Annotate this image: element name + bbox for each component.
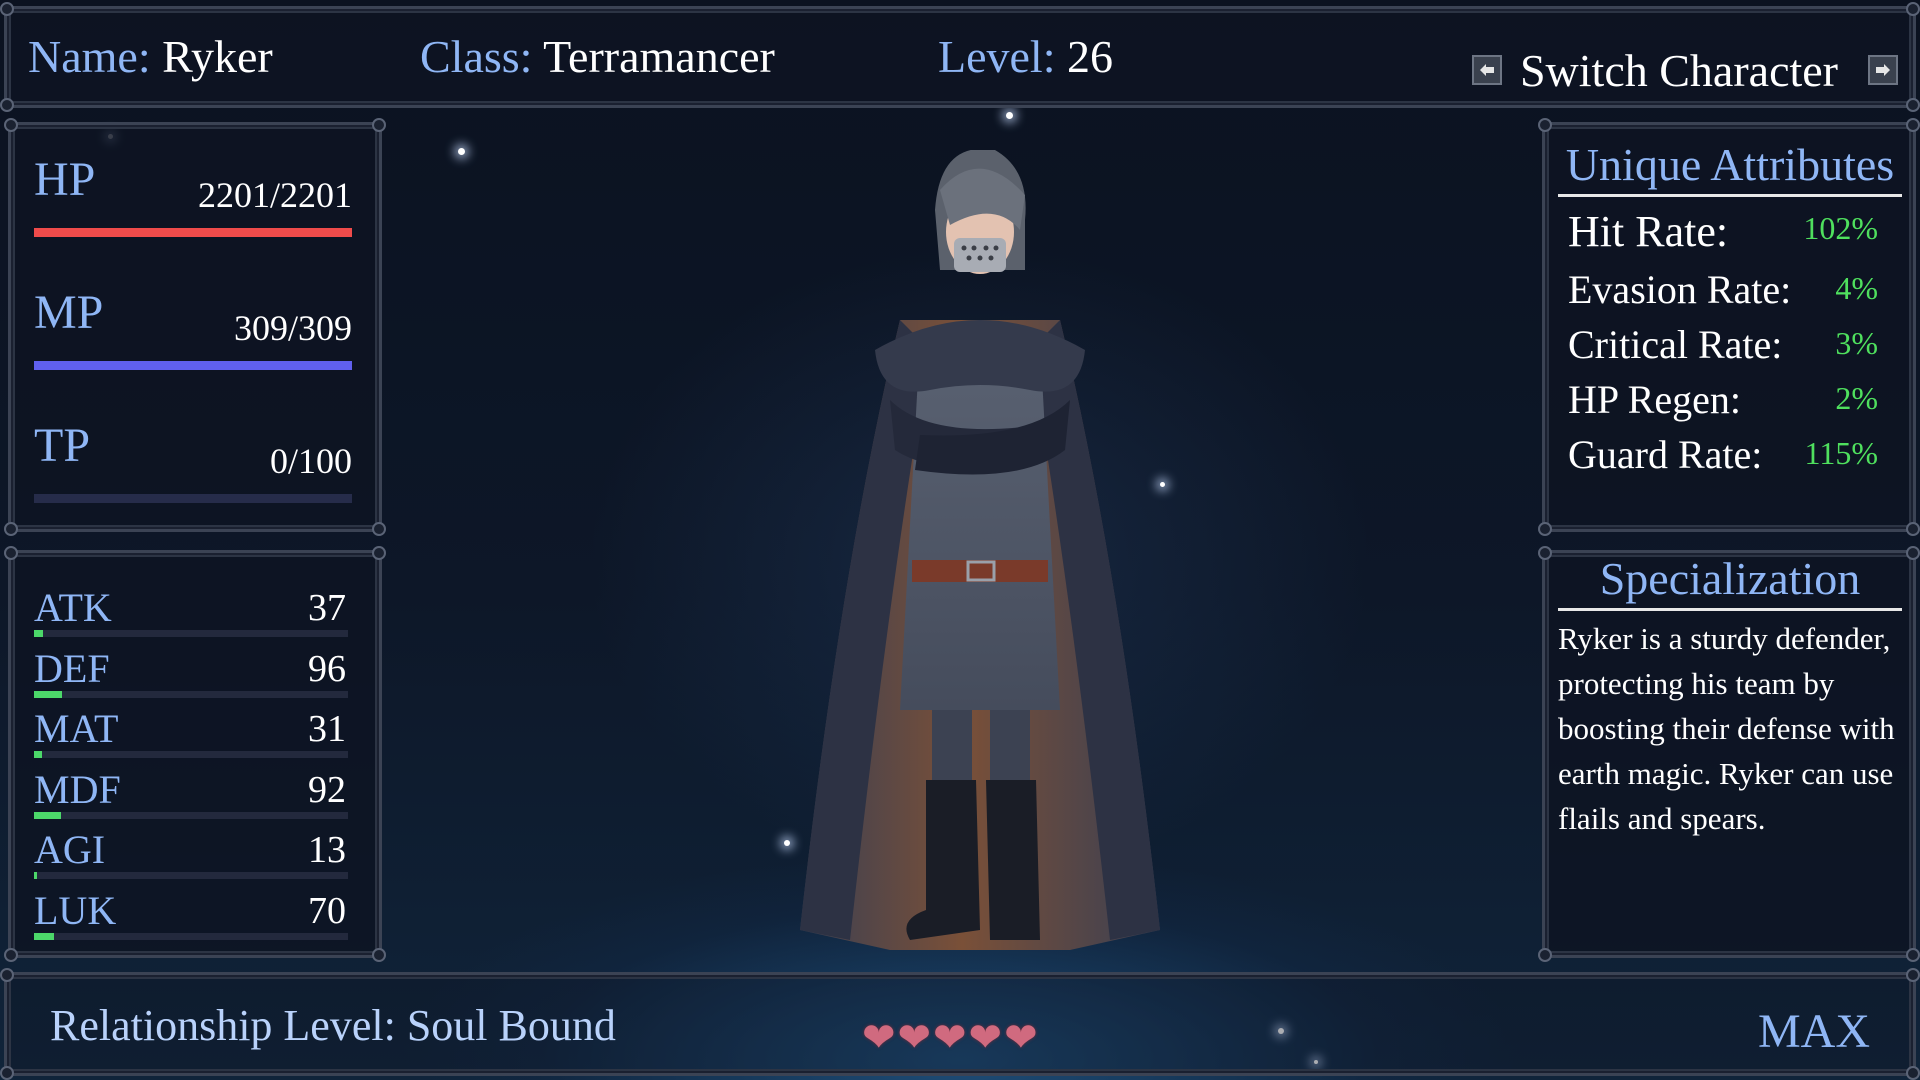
stat-value: 31 <box>308 708 346 750</box>
divider <box>1558 194 1902 197</box>
heart-icon: ❤ <box>933 1015 967 1060</box>
stat-label: DEF <box>34 646 110 691</box>
stat-atk: ATK 37 <box>34 584 348 638</box>
attribute-evasion-rate: Evasion Rate: 4% <box>1568 266 1878 316</box>
class-label: Class: <box>420 31 533 82</box>
attribute-hit-rate: Hit Rate: 102% <box>1568 206 1878 256</box>
hp-value: 2201/2201 <box>197 175 352 215</box>
stat-bar <box>34 691 348 698</box>
stat-bar <box>34 933 348 940</box>
stat-mat: MAT 31 <box>34 705 348 759</box>
divider <box>1558 608 1902 611</box>
attribute-value: 102% <box>1803 210 1878 246</box>
stat-value: 92 <box>308 769 346 811</box>
class-value: Terramancer <box>543 31 775 82</box>
hp-bar-fill <box>34 228 352 237</box>
stat-bar-fill <box>34 872 38 879</box>
stat-bar-fill <box>34 630 44 637</box>
hp-bar <box>34 228 352 237</box>
mp-bar-fill <box>34 361 352 370</box>
stat-label: ATK <box>34 585 112 630</box>
relationship-level: Relationship Level: Soul Bound <box>50 1001 616 1050</box>
stat-def: DEF 96 <box>34 645 348 699</box>
stat-value: 70 <box>308 890 346 932</box>
name-label: Name: <box>28 31 151 82</box>
stat-agi: AGI 13 <box>34 826 348 880</box>
attribute-value: 115% <box>1804 435 1878 471</box>
unique-attributes-title: Unique Attributes <box>1565 139 1895 190</box>
tp-value: 0/100 <box>269 441 352 481</box>
relationship-hearts: ❤ ❤ ❤ ❤ ❤ <box>862 1018 1038 1058</box>
attribute-value: 2% <box>1835 380 1878 416</box>
attribute-name: Hit Rate: <box>1568 207 1729 256</box>
mp-label: MP <box>34 286 104 339</box>
next-character-button[interactable] <box>1868 55 1898 85</box>
stat-bar <box>34 751 348 758</box>
stat-label: MAT <box>34 706 119 751</box>
level-value: 26 <box>1067 31 1113 82</box>
stat-value: 13 <box>308 829 346 871</box>
class-field: Class: Terramancer <box>420 30 775 83</box>
stat-bar-fill <box>34 812 61 819</box>
stat-bar <box>34 812 348 819</box>
mp-bar <box>34 361 352 370</box>
attribute-hp-regen: HP Regen: 2% <box>1568 376 1878 426</box>
attribute-name: Critical Rate: <box>1568 322 1783 367</box>
stat-value: 37 <box>308 587 346 629</box>
stat-label: LUK <box>34 888 117 933</box>
attribute-guard-rate: Guard Rate: 115% <box>1568 431 1878 481</box>
stat-mdf: MDF 92 <box>34 766 348 820</box>
stat-value: 96 <box>308 648 346 690</box>
stat-bar-fill <box>34 691 63 698</box>
attribute-critical-rate: Critical Rate: 3% <box>1568 321 1878 371</box>
arrow-left-icon <box>1479 64 1494 76</box>
attribute-name: Guard Rate: <box>1568 432 1763 477</box>
star-sparkle <box>458 148 465 155</box>
stat-label: AGI <box>34 827 106 872</box>
level-field: Level: 26 <box>938 30 1113 83</box>
character-name: Ryker <box>162 31 273 82</box>
stat-luk: LUK 70 <box>34 887 348 941</box>
stat-bar <box>34 872 348 879</box>
character-portrait <box>800 150 1160 950</box>
attribute-value: 3% <box>1835 325 1878 361</box>
heart-icon: ❤ <box>897 1015 932 1060</box>
attribute-value: 4% <box>1835 270 1878 306</box>
attribute-name: Evasion Rate: <box>1568 267 1792 312</box>
star-sparkle <box>1006 112 1013 119</box>
level-label: Level: <box>938 31 1056 82</box>
tp-label: TP <box>34 419 91 472</box>
stat-bar-fill <box>34 751 42 758</box>
tp-bar <box>34 494 352 503</box>
specialization-description: Ryker is a sturdy defender, protecting h… <box>1558 621 1895 836</box>
attribute-name: HP Regen: <box>1568 377 1741 422</box>
heart-icon: ❤ <box>862 1015 896 1060</box>
specialization-title: Specialization <box>1599 553 1861 604</box>
switch-character-control: Switch Character <box>1471 40 1898 100</box>
previous-character-button[interactable] <box>1471 55 1502 85</box>
stat-bar-fill <box>34 933 55 940</box>
hp-label: HP <box>34 153 96 206</box>
arrow-right-icon <box>1876 64 1890 76</box>
stat-label: MDF <box>34 767 121 812</box>
heart-icon: ❤ <box>1004 1015 1038 1060</box>
mp-value: 309/309 <box>233 308 352 348</box>
heart-icon: ❤ <box>968 1015 1003 1060</box>
relationship-max-label: MAX <box>1757 1005 1870 1058</box>
stat-bar <box>34 630 348 637</box>
switch-character-label: Switch Character <box>1519 44 1838 96</box>
name-field: Name: Ryker <box>28 30 273 83</box>
